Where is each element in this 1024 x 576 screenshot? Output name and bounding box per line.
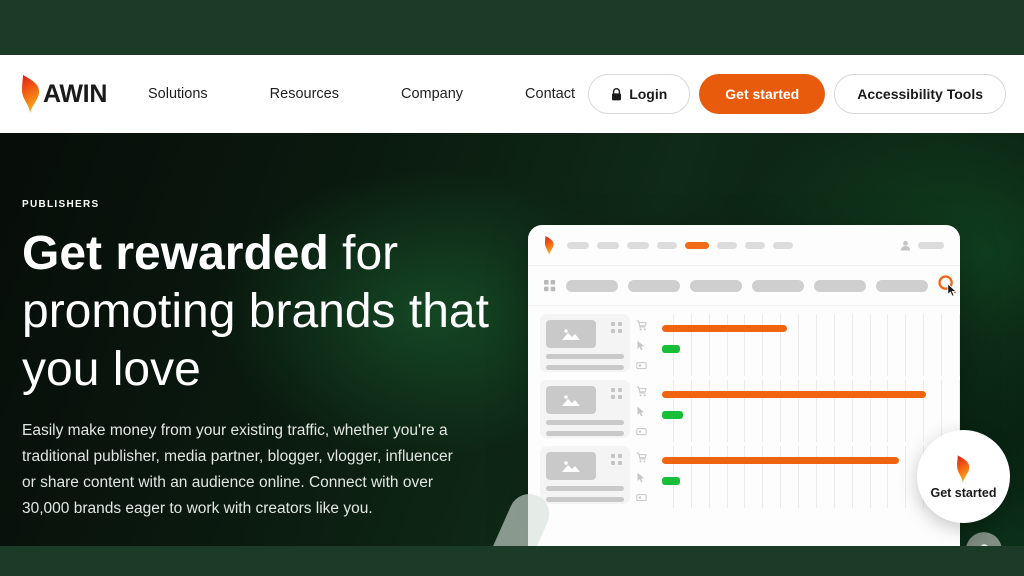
dashboard-nav-pill-1[interactable] bbox=[567, 241, 589, 249]
image-placeholder-icon bbox=[546, 452, 596, 480]
user-avatar-icon bbox=[900, 240, 911, 251]
card-text-line bbox=[546, 420, 624, 425]
nav-actions: Login Get started Accessibility Tools bbox=[588, 55, 1006, 133]
card-text-line bbox=[546, 431, 624, 436]
dashboard-filter-pill-1[interactable] bbox=[566, 279, 618, 292]
dashboard-user-area[interactable] bbox=[900, 240, 944, 251]
dashboard-filter-pill-5[interactable] bbox=[814, 279, 866, 292]
hero-paragraph: Easily make money from your existing tra… bbox=[22, 422, 453, 517]
nav-link-solutions[interactable]: Solutions bbox=[148, 86, 208, 102]
dashboard-nav-pill-6[interactable] bbox=[717, 241, 737, 249]
dashboard-row[interactable] bbox=[540, 380, 960, 446]
row-metric-icons bbox=[630, 446, 656, 512]
floating-get-started-badge[interactable]: Get started bbox=[917, 430, 1010, 523]
dashboard-nav-pill-5[interactable] bbox=[685, 241, 709, 249]
chart-gridlines bbox=[656, 446, 960, 508]
dashboard-row[interactable] bbox=[540, 314, 960, 380]
accessibility-tools-button[interactable]: Accessibility Tools bbox=[834, 74, 1006, 114]
get-started-button[interactable]: Get started bbox=[699, 74, 826, 114]
dashboard-nav-pill-2[interactable] bbox=[597, 241, 619, 249]
dashboard-mockup bbox=[528, 225, 960, 550]
badge-label: Get started bbox=[930, 485, 997, 500]
cart-icon bbox=[636, 452, 647, 463]
cursor-click-icon bbox=[637, 340, 645, 351]
clicks-bar-green bbox=[662, 477, 681, 485]
card-text-line bbox=[546, 497, 624, 502]
top-dark-strip bbox=[0, 0, 1024, 55]
dashboard-filter-bar bbox=[528, 266, 960, 306]
dashboard-filter-pill-6[interactable] bbox=[876, 279, 928, 292]
campaign-card[interactable] bbox=[540, 446, 630, 504]
hero-bottom-band bbox=[0, 546, 1024, 576]
dashboard-row[interactable] bbox=[540, 446, 960, 512]
hero-eyebrow: PUBLISHERS bbox=[22, 199, 100, 210]
awin-wordmark: AWIN bbox=[43, 80, 108, 108]
dashboard-awin-flame-icon bbox=[544, 235, 567, 256]
row-metric-icons bbox=[630, 380, 656, 446]
row-bar-chart bbox=[656, 380, 960, 442]
nav-links: Solutions Resources Company Contact bbox=[148, 55, 637, 133]
login-button[interactable]: Login bbox=[588, 74, 691, 114]
chart-gridlines bbox=[656, 380, 960, 442]
badge-awin-flame-icon bbox=[955, 454, 972, 486]
hero-headline: Get rewarded for promoting brands that y… bbox=[22, 225, 502, 399]
hero-headline-bold: Get rewarded bbox=[22, 227, 329, 280]
awin-flame-icon bbox=[20, 73, 42, 115]
sales-bar-orange bbox=[662, 325, 787, 332]
dashboard-nav-pill-3[interactable] bbox=[627, 241, 649, 249]
card-text-line bbox=[546, 365, 624, 370]
lock-icon bbox=[611, 87, 622, 101]
dashboard-filter-pill-3[interactable] bbox=[690, 279, 742, 292]
dashboard-top-bar bbox=[528, 225, 960, 266]
dashboard-nav-pills bbox=[567, 241, 900, 249]
row-metric-icons bbox=[630, 314, 656, 380]
dashboard-search-button[interactable] bbox=[938, 274, 958, 297]
awin-logo[interactable]: AWIN bbox=[20, 73, 107, 115]
sales-bar-orange bbox=[662, 457, 900, 464]
card-grid-dots-icon bbox=[611, 322, 622, 333]
clicks-bar-green bbox=[662, 411, 684, 419]
dashboard-nav-pill-8[interactable] bbox=[773, 241, 793, 249]
cursor-click-icon bbox=[637, 406, 645, 417]
campaign-card[interactable] bbox=[540, 380, 630, 438]
clicks-bar-green bbox=[662, 345, 681, 353]
campaign-card[interactable] bbox=[540, 314, 630, 372]
user-name-placeholder bbox=[918, 241, 944, 249]
card-text-line bbox=[546, 354, 624, 359]
awin-publishers-landing-page: AWIN Solutions Resources Company Contact… bbox=[0, 0, 1024, 576]
image-placeholder-icon bbox=[546, 386, 596, 414]
sales-bar-orange bbox=[662, 391, 927, 398]
display-box-icon bbox=[636, 362, 647, 370]
dashboard-nav-pill-7[interactable] bbox=[745, 241, 765, 249]
dashboard-filter-pills bbox=[566, 279, 928, 292]
dashboard-filter-pill-2[interactable] bbox=[628, 279, 680, 292]
card-grid-dots-icon bbox=[611, 388, 622, 399]
row-bar-chart bbox=[656, 314, 960, 376]
card-text-line bbox=[546, 486, 624, 491]
chart-gridlines bbox=[656, 314, 960, 376]
nav-link-resources[interactable]: Resources bbox=[270, 86, 339, 102]
image-placeholder-icon bbox=[546, 320, 596, 348]
grid-view-icon[interactable] bbox=[544, 279, 556, 292]
display-box-icon bbox=[636, 494, 647, 502]
nav-link-contact[interactable]: Contact bbox=[525, 86, 575, 102]
cart-icon bbox=[636, 320, 647, 331]
nav-link-company[interactable]: Company bbox=[401, 86, 463, 102]
dashboard-rows bbox=[528, 306, 960, 512]
card-grid-dots-icon bbox=[611, 454, 622, 465]
cursor-click-icon bbox=[637, 472, 645, 483]
row-bar-chart bbox=[656, 446, 960, 508]
dashboard-nav-pill-4[interactable] bbox=[657, 241, 677, 249]
cart-icon bbox=[636, 386, 647, 397]
display-box-icon bbox=[636, 428, 647, 436]
main-navigation-bar: AWIN Solutions Resources Company Contact… bbox=[0, 55, 1024, 133]
login-label: Login bbox=[629, 86, 668, 102]
dashboard-filter-pill-4[interactable] bbox=[752, 279, 804, 292]
